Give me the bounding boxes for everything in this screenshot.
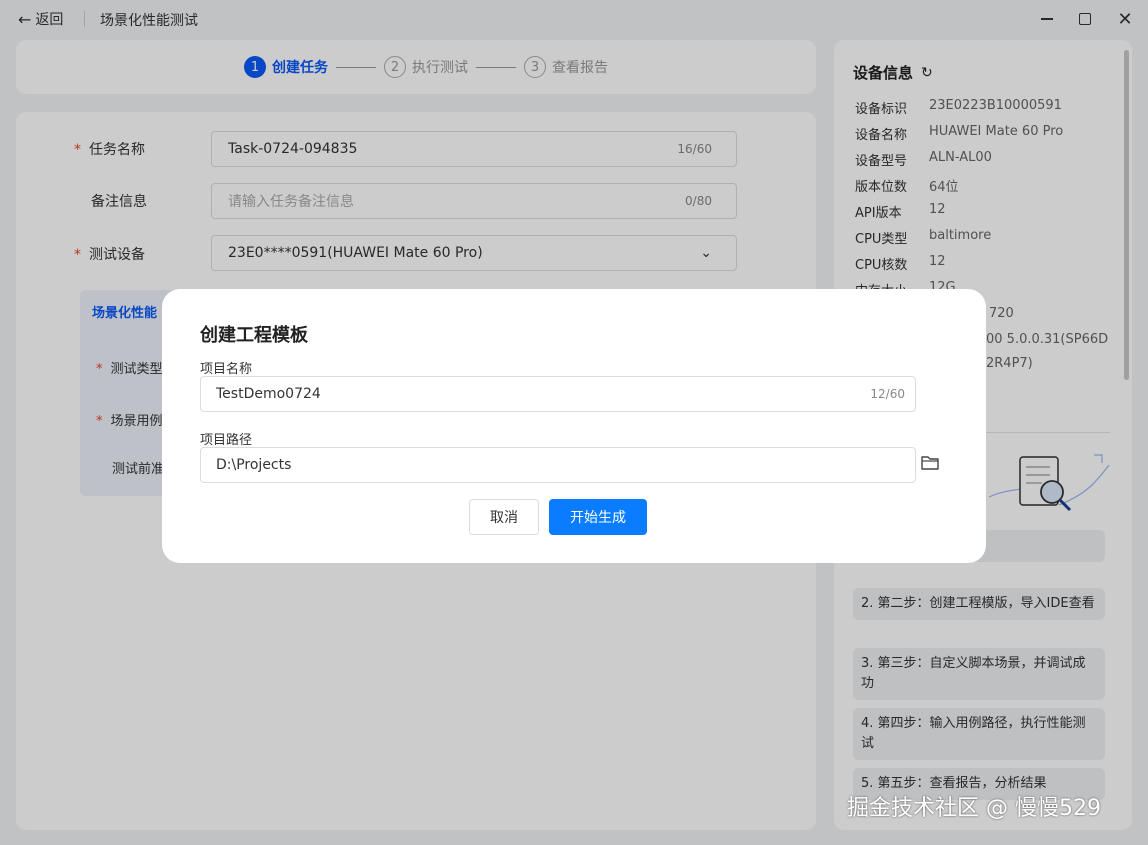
project-path-value: D:\Projects [216, 457, 292, 473]
watermark: 掘金技术社区 @ 慢慢529 [847, 796, 1101, 821]
project-name-label: 项目名称 [200, 362, 253, 377]
dialog-title: 创建工程模板 [200, 325, 308, 346]
start-generate-button[interactable]: 开始生成 [549, 499, 647, 535]
folder-icon[interactable] [920, 453, 940, 473]
char-count: 12/60 [870, 387, 905, 401]
cancel-button[interactable]: 取消 [469, 499, 539, 535]
project-name-value: TestDemo0724 [216, 386, 321, 402]
project-path-label: 项目路径 [200, 433, 253, 448]
project-path-input[interactable]: D:\Projects [200, 447, 916, 483]
project-name-input[interactable]: TestDemo0724 12/60 [200, 376, 916, 412]
create-template-dialog: 创建工程模板 项目名称 TestDemo0724 12/60 项目路径 D:\P… [162, 289, 986, 563]
